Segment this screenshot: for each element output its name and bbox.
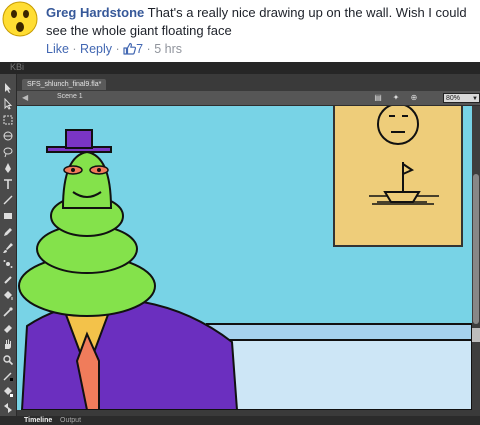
- subselection-tool-icon[interactable]: [2, 98, 14, 110]
- tools-panel: [0, 74, 17, 416]
- rectangle-tool-icon[interactable]: [2, 210, 14, 222]
- bottom-panel-tabs: Timeline Output: [0, 416, 480, 425]
- edit-symbols-icon[interactable]: ✦: [391, 93, 401, 103]
- stage-drawing: [17, 106, 472, 410]
- scrollbar-handle[interactable]: [472, 328, 480, 342]
- character-hat-crown: [65, 129, 93, 149]
- swap-colors-icon[interactable]: [2, 402, 14, 414]
- chevron-down-icon: ▼: [472, 96, 478, 102]
- comment-author-link[interactable]: Greg Hardstone: [46, 5, 144, 20]
- center-stage-icon[interactable]: ⊕: [409, 93, 419, 103]
- eraser-tool-icon[interactable]: [2, 322, 14, 334]
- clapperboard-icon[interactable]: ▤: [373, 93, 383, 103]
- selection-tool-icon[interactable]: [2, 82, 14, 94]
- comment-actions: Like · Reply · 7 · 5 hrs: [46, 42, 182, 58]
- comment-body: Greg Hardstone That's a really nice draw…: [46, 4, 476, 40]
- text-tool-icon[interactable]: [2, 178, 14, 190]
- action-separator: ·: [112, 42, 124, 56]
- avatar-surprised-emoji[interactable]: [2, 1, 38, 37]
- counter: [226, 339, 472, 410]
- scene-label[interactable]: Scene 1: [57, 93, 83, 100]
- scrollbar-thumb[interactable]: [473, 174, 479, 324]
- zoom-tool-icon[interactable]: [2, 354, 14, 366]
- zoom-value: 80%: [446, 95, 461, 102]
- deco-tool-icon[interactable]: [2, 258, 14, 270]
- vertical-scrollbar[interactable]: [472, 106, 480, 410]
- flash-editor-window: KBi SFS_shlunch_final9.fla* ◀ Scene 1 ▤ …: [0, 62, 480, 425]
- wall-picture-frame: [333, 106, 463, 247]
- bone-tool-icon[interactable]: [2, 274, 14, 286]
- document-tab[interactable]: SFS_shlunch_final9.fla*: [22, 79, 107, 90]
- brush-tool-icon[interactable]: [2, 242, 14, 254]
- thumbs-up-icon[interactable]: [123, 42, 137, 58]
- hand-tool-icon[interactable]: [2, 338, 14, 350]
- editor-top-strip: KBi: [0, 62, 480, 74]
- like-link[interactable]: Like: [46, 42, 69, 56]
- comment-timestamp[interactable]: 5 hrs: [154, 42, 182, 56]
- zoom-select[interactable]: 80% ▼: [443, 93, 480, 103]
- paint-bucket-tool-icon[interactable]: [2, 290, 14, 302]
- back-arrow-icon[interactable]: ◀: [22, 93, 34, 102]
- lasso-tool-icon[interactable]: [2, 146, 14, 158]
- eyedropper-tool-icon[interactable]: [2, 306, 14, 318]
- picture-boat: [383, 191, 421, 203]
- stroke-color-icon[interactable]: [2, 370, 14, 382]
- 3d-rotation-tool-icon[interactable]: [2, 130, 14, 142]
- tab-output[interactable]: Output: [60, 416, 81, 425]
- facebook-comment: Greg Hardstone That's a really nice draw…: [0, 0, 480, 62]
- action-separator: ·: [143, 42, 155, 56]
- free-transform-tool-icon[interactable]: [2, 114, 14, 126]
- action-separator: ·: [68, 42, 81, 56]
- pencil-tool-icon[interactable]: [2, 226, 14, 238]
- pen-tool-icon[interactable]: [2, 162, 14, 174]
- edit-bar: ◀ Scene 1 ▤ ✦ ⊕ 80% ▼: [17, 91, 480, 106]
- reply-link[interactable]: Reply: [80, 42, 112, 56]
- tab-timeline[interactable]: Timeline: [24, 416, 52, 425]
- fill-color-icon[interactable]: [2, 386, 14, 398]
- stage-canvas[interactable]: [17, 106, 472, 410]
- faded-top-text: KBi: [10, 62, 25, 72]
- line-tool-icon[interactable]: [2, 194, 14, 206]
